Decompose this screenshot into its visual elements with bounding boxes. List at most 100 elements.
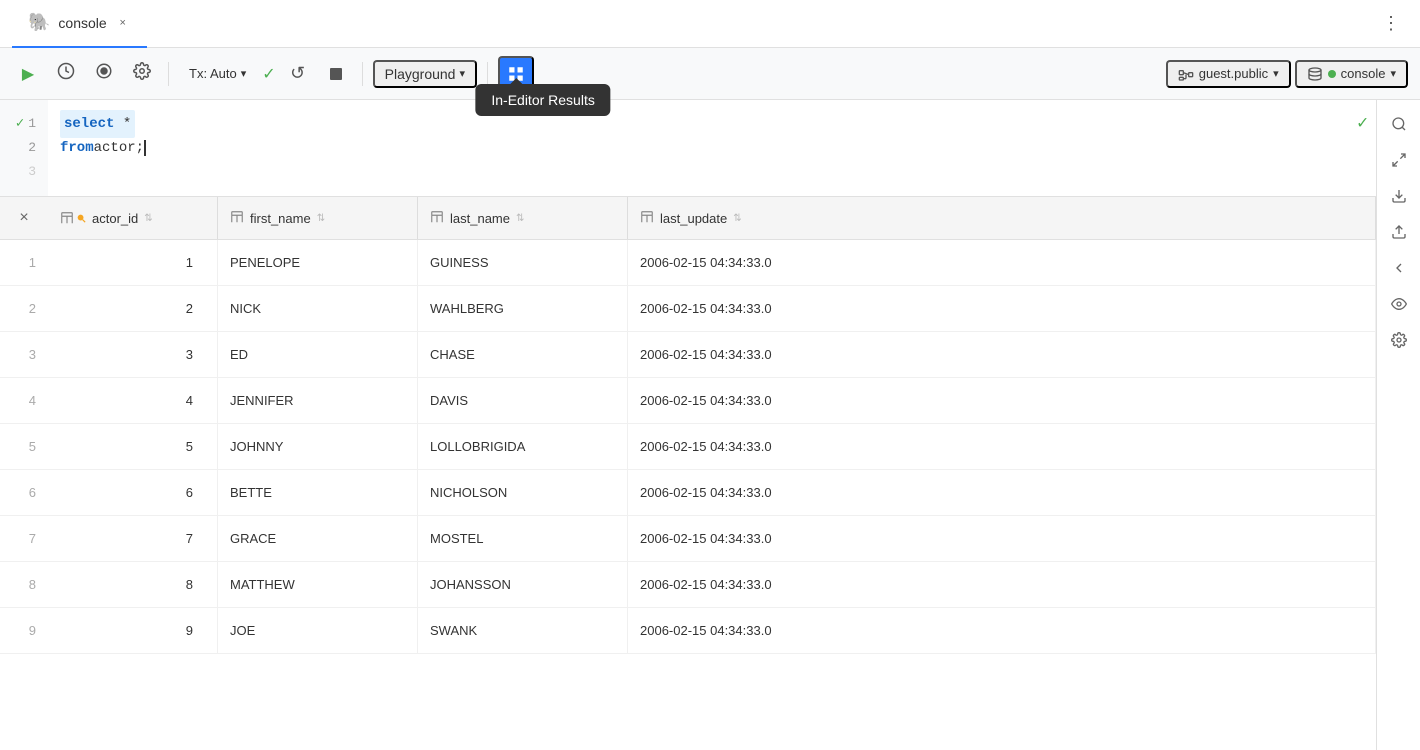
column-header-first-name[interactable]: first_name ⇅ <box>218 197 418 239</box>
cell-last-name: SWANK <box>418 608 628 653</box>
undo-button[interactable]: ↺ <box>282 58 314 90</box>
tab-list: 🐘 console × <box>12 0 147 48</box>
table-row[interactable]: 6 6 BETTE NICHOLSON 2006-02-15 04:34:33.… <box>0 470 1376 516</box>
column-header-actor-id[interactable]: actor_id ⇅ <box>48 197 218 239</box>
cell-first-name: BETTE <box>218 470 418 515</box>
last-name-label: last_name <box>450 211 510 226</box>
select-keyword: select <box>64 116 114 132</box>
last-update-label: last_update <box>660 211 727 226</box>
cell-first-name: NICK <box>218 286 418 331</box>
cell-actor-id: 1 <box>48 240 218 285</box>
back-icon-button[interactable] <box>1383 252 1415 284</box>
stop-button[interactable] <box>320 58 352 90</box>
cell-first-name: JOHNNY <box>218 424 418 469</box>
cell-last-update: 2006-02-15 04:34:33.0 <box>628 562 1376 607</box>
last-name-sort-icon[interactable]: ⇅ <box>516 213 524 224</box>
tab-close-button[interactable]: × <box>115 15 131 31</box>
elephant-icon: 🐘 <box>28 12 50 33</box>
history-button[interactable] <box>50 58 82 90</box>
table-row[interactable]: 8 8 MATTHEW JOHANSSON 2006-02-15 04:34:3… <box>0 562 1376 608</box>
line-1-number: ✓ 1 <box>0 112 36 136</box>
column-header-last-update[interactable]: last_update ⇅ <box>628 197 1376 239</box>
gear-icon <box>133 62 151 85</box>
results-settings-icon-button[interactable] <box>1383 324 1415 356</box>
line-2-num: 2 <box>28 136 36 160</box>
tx-dropdown[interactable]: Tx: Auto ▾ <box>179 62 256 85</box>
search-icon-button[interactable] <box>1383 108 1415 140</box>
row-number: 4 <box>0 393 48 408</box>
cell-last-name: LOLLOBRIGIDA <box>418 424 628 469</box>
console-tab[interactable]: 🐘 console × <box>12 0 147 48</box>
grid-button-container: In-Editor Results <box>498 56 534 92</box>
row-number: 5 <box>0 439 48 454</box>
results-section: × actor_id ⇅ first_name ⇅ <box>0 196 1376 750</box>
row-number: 3 <box>0 347 48 362</box>
table-row[interactable]: 9 9 JOE SWANK 2006-02-15 04:34:33.0 <box>0 608 1376 654</box>
upload-icon-button[interactable] <box>1383 216 1415 248</box>
actor-id-sort-icon[interactable]: ⇅ <box>144 213 152 224</box>
cell-first-name: PENELOPE <box>218 240 418 285</box>
divider-2 <box>362 62 363 86</box>
line-1-num: 1 <box>28 112 36 136</box>
settings-button[interactable] <box>126 58 158 90</box>
column-header-last-name[interactable]: last_name ⇅ <box>418 197 628 239</box>
table-row[interactable]: 1 1 PENELOPE GUINESS 2006-02-15 04:34:33… <box>0 240 1376 286</box>
code-editor[interactable]: select * from actor; ✓ <box>48 100 1376 196</box>
tab-more-button[interactable]: ⋮ <box>1374 9 1408 38</box>
cell-first-name: MATTHEW <box>218 562 418 607</box>
cell-actor-id: 7 <box>48 516 218 561</box>
cell-last-name: NICHOLSON <box>418 470 628 515</box>
commit-check-icon[interactable]: ✓ <box>262 64 275 84</box>
download-icon-button[interactable] <box>1383 180 1415 212</box>
code-line-1: select * <box>60 112 1364 136</box>
cell-last-name: MOSTEL <box>418 516 628 561</box>
toolbar-right: guest.public ▾ console ▾ <box>1166 60 1408 88</box>
chevron-down-icon: ▾ <box>241 67 247 80</box>
playground-label: Playground <box>385 66 456 82</box>
editor-section: ✓ 1 2 3 select * <box>0 100 1376 196</box>
cell-last-update: 2006-02-15 04:34:33.0 <box>628 608 1376 653</box>
divider-1 <box>168 62 169 86</box>
console-db-icon <box>1307 66 1323 82</box>
cell-first-name: JOE <box>218 608 418 653</box>
first-name-sort-icon[interactable]: ⇅ <box>317 213 325 224</box>
cell-last-name: JOHANSSON <box>418 562 628 607</box>
cell-last-name: WAHLBERG <box>418 286 628 331</box>
play-icon: ▶ <box>22 64 34 84</box>
table-row[interactable]: 4 4 JENNIFER DAVIS 2006-02-15 04:34:33.0 <box>0 378 1376 424</box>
editor-content: ✓ 1 2 3 select * <box>0 100 1376 196</box>
row-number: 2 <box>0 301 48 316</box>
cell-last-update: 2006-02-15 04:34:33.0 <box>628 516 1376 561</box>
cell-last-update: 2006-02-15 04:34:33.0 <box>628 286 1376 331</box>
cell-last-update: 2006-02-15 04:34:33.0 <box>628 332 1376 377</box>
line-1-check-icon: ✓ <box>16 112 24 136</box>
eye-icon-button[interactable] <box>1383 288 1415 320</box>
record-button[interactable] <box>88 58 120 90</box>
console-chevron-icon: ▾ <box>1390 67 1396 80</box>
cell-last-name: DAVIS <box>418 378 628 423</box>
from-table: actor; <box>94 136 144 160</box>
cell-last-name: CHASE <box>418 332 628 377</box>
row-number: 9 <box>0 623 48 638</box>
playground-button[interactable]: Playground ▾ <box>373 60 477 88</box>
code-select-keyword: select * <box>60 110 135 138</box>
table-row[interactable]: 5 5 JOHNNY LOLLOBRIGIDA 2006-02-15 04:34… <box>0 424 1376 470</box>
schema-dropdown[interactable]: guest.public ▾ <box>1166 60 1291 88</box>
first-name-col-icon <box>230 210 244 227</box>
line-numbers: ✓ 1 2 3 <box>0 100 48 196</box>
table-row[interactable]: 3 3 ED CHASE 2006-02-15 04:34:33.0 <box>0 332 1376 378</box>
in-editor-results-button[interactable] <box>498 56 534 92</box>
expand-icon-button[interactable] <box>1383 144 1415 176</box>
console-dropdown[interactable]: console ▾ <box>1295 60 1408 88</box>
right-sidebar <box>1376 100 1420 750</box>
table-row[interactable]: 2 2 NICK WAHLBERG 2006-02-15 04:34:33.0 <box>0 286 1376 332</box>
playground-chevron-icon: ▾ <box>459 67 465 80</box>
table-row[interactable]: 7 7 GRACE MOSTEL 2006-02-15 04:34:33.0 <box>0 516 1376 562</box>
run-button[interactable]: ▶ <box>12 58 44 90</box>
editor-cursor <box>144 140 146 156</box>
results-close-button[interactable]: × <box>0 209 48 227</box>
tab-title: console <box>58 15 106 31</box>
last-update-sort-icon[interactable]: ⇅ <box>733 213 741 224</box>
editor-right-check-icon: ✓ <box>1357 112 1368 136</box>
schema-label: guest.public <box>1199 66 1268 81</box>
